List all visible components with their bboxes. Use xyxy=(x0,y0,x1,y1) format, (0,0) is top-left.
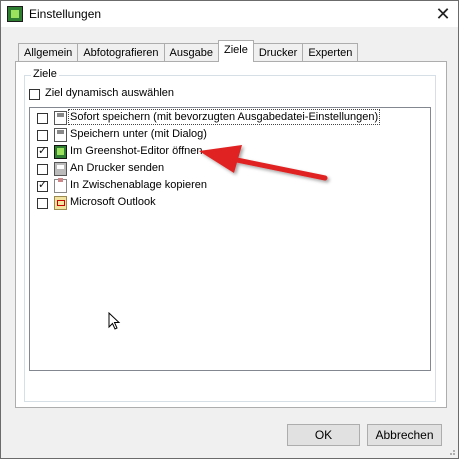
list-item[interactable]: Microsoft Outlook xyxy=(30,195,390,212)
destinations-list[interactable]: Sofort speichern (mit bevorzugten Ausgab… xyxy=(29,107,431,371)
tab-experten[interactable]: Experten xyxy=(302,43,359,62)
ok-button[interactable]: OK xyxy=(287,424,360,446)
destination-label: An Drucker senden xyxy=(70,162,165,174)
destination-checkbox[interactable] xyxy=(37,130,48,141)
title-bar: Einstellungen ✕ xyxy=(1,1,458,27)
save-as-icon xyxy=(54,128,67,142)
tab-drucker[interactable]: Drucker xyxy=(252,43,304,62)
destination-label: In Zwischenablage kopieren xyxy=(70,179,207,191)
destination-checkbox[interactable] xyxy=(37,113,48,124)
ziele-group: Ziele Ziel dynamisch auswählen Sofort sp… xyxy=(24,68,436,402)
mouse-pointer-icon xyxy=(108,312,121,330)
destination-label: Microsoft Outlook xyxy=(70,196,156,208)
destination-label: Speichern unter (mit Dialog) xyxy=(70,128,207,140)
tab-ziele[interactable]: Ziele xyxy=(217,40,254,62)
tab-allgemein[interactable]: Allgemein xyxy=(18,43,79,62)
ziele-tab-panel: Ziele Ziel dynamisch auswählen Sofort sp… xyxy=(15,61,447,408)
dynamic-destination-label: Ziel dynamisch auswählen xyxy=(45,87,175,99)
clipboard-icon xyxy=(54,178,67,193)
greenshot-editor-icon xyxy=(54,145,67,159)
list-item[interactable]: Speichern unter (mit Dialog) xyxy=(30,127,390,144)
close-icon: ✕ xyxy=(435,3,451,24)
cancel-button[interactable]: Abbrechen xyxy=(367,424,442,446)
tab-abfotografieren[interactable]: Abfotografieren xyxy=(77,43,165,62)
destination-checkbox[interactable] xyxy=(37,164,48,175)
resize-grip-icon[interactable] xyxy=(446,446,456,456)
dynamic-destination-checkbox[interactable] xyxy=(29,89,40,100)
destination-checkbox[interactable] xyxy=(37,198,48,209)
window-title: Einstellungen xyxy=(29,7,102,21)
destination-checkbox[interactable] xyxy=(37,179,48,192)
list-item[interactable]: Sofort speichern (mit bevorzugten Ausgab… xyxy=(30,109,390,127)
close-button[interactable]: ✕ xyxy=(428,1,458,27)
greenshot-app-icon xyxy=(7,6,23,22)
save-file-icon xyxy=(54,111,67,125)
group-label: Ziele xyxy=(31,68,59,80)
outlook-icon xyxy=(54,196,67,210)
tab-ausgabe[interactable]: Ausgabe xyxy=(163,43,219,62)
list-item[interactable]: In Zwischenablage kopieren xyxy=(30,178,390,195)
destination-label: Sofort speichern (mit bevorzugten Ausgab… xyxy=(67,109,381,125)
destination-label: Im Greenshot-Editor öffnen xyxy=(70,145,203,157)
destination-checkbox[interactable] xyxy=(37,145,48,158)
list-item[interactable]: An Drucker senden xyxy=(30,161,390,178)
settings-window: Einstellungen ✕ Allgemein Abfotografiere… xyxy=(0,0,459,459)
list-item[interactable]: Im Greenshot-Editor öffnen xyxy=(30,144,390,161)
tab-strip: Allgemein Abfotografieren Ausgabe Ziele … xyxy=(18,40,359,62)
printer-icon xyxy=(54,162,67,176)
